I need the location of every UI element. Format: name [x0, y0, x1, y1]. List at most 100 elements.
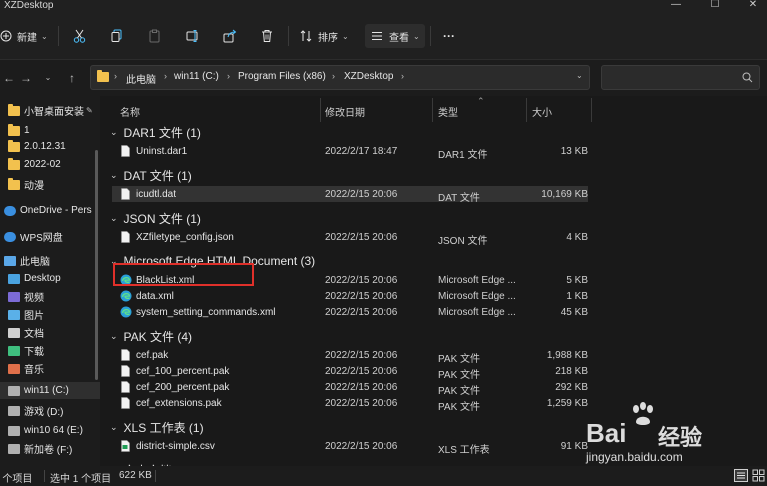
file-row[interactable]: district-simple.csv 2022/2/15 20:06 XLS 工作… [112, 438, 588, 456]
file-row[interactable]: cef.pak 2022/2/15 20:06 PAK 文件 1,988 KB [112, 347, 588, 365]
search-input[interactable] [601, 65, 760, 90]
column-type[interactable]: 类型 [438, 104, 458, 119]
sidebar-item[interactable]: Desktop [0, 270, 100, 287]
chevron-down-icon[interactable]: ⌄ [110, 127, 118, 138]
up-arrow-icon[interactable]: ↑ [63, 70, 81, 86]
breadcrumb-xzdesktop[interactable]: XZDesktop [344, 71, 393, 82]
divider [58, 26, 59, 46]
breadcrumb-program-files[interactable]: Program Files (x86) [238, 71, 326, 82]
group-label: XLS 工作表 (1) [123, 420, 204, 435]
group-header[interactable]: ⌄ PAK 文件 (4) [108, 327, 192, 345]
cut-button[interactable] [73, 24, 86, 48]
details-view-icon[interactable] [734, 469, 748, 482]
file-size: 218 KB [555, 366, 588, 377]
file-date: 2022/2/15 20:06 [325, 232, 398, 243]
sidebar-item[interactable]: 1 [0, 122, 100, 139]
paste-button[interactable] [149, 24, 161, 48]
column-divider[interactable] [526, 98, 527, 122]
column-name[interactable]: 名称 [120, 104, 140, 119]
minimize-button[interactable]: — [664, 0, 688, 14]
divider [288, 26, 289, 46]
back-arrow-icon[interactable]: ← [0, 70, 18, 86]
column-divider[interactable] [432, 98, 433, 122]
column-divider[interactable] [591, 98, 592, 122]
file-row[interactable]: cef_extensions.pak 2022/2/15 20:06 PAK 文件 1… [112, 395, 588, 413]
sidebar-item[interactable]: 音乐 [0, 360, 100, 377]
sidebar-item[interactable]: 下载 [0, 342, 100, 359]
chevron-down-icon[interactable]: ⌄ [110, 213, 118, 224]
tiles-view-icon[interactable] [752, 469, 765, 482]
breadcrumb-this-pc[interactable]: 此电脑 [126, 71, 156, 86]
sidebar-item[interactable]: OneDrive - Pers [0, 202, 100, 219]
sidebar-item-label: 此电脑 [20, 257, 50, 268]
group-header[interactable]: ⌄ JSON 文件 (1) [108, 209, 201, 227]
chevron-down-icon[interactable]: ⌄ [110, 422, 118, 433]
column-date[interactable]: 修改日期 [325, 104, 365, 119]
group-header[interactable]: ⌄ DAT 文件 (1) [108, 166, 192, 184]
sidebar-scrollbar[interactable] [95, 150, 98, 380]
sidebar-item[interactable]: 此电脑 [0, 252, 100, 269]
recent-chevron-icon[interactable]: ⌄ [39, 70, 57, 86]
sidebar-item[interactable]: 文档 [0, 324, 100, 341]
copy-button[interactable] [111, 24, 123, 48]
sidebar-item[interactable]: WPS网盘 [0, 228, 100, 245]
file-row[interactable]: icudtl.dat 2022/2/15 20:06 DAT 文件 10,169 KB [112, 186, 588, 204]
sidebar-item[interactable]: 新加卷 (F:) [0, 440, 100, 457]
address-bar[interactable]: › 此电脑 › win11 (C:) › Program Files (x86)… [90, 65, 590, 90]
paw-logo-icon [633, 402, 653, 425]
sidebar-item-label: 1 [24, 125, 30, 136]
sidebar-item[interactable]: 动漫 [0, 176, 100, 193]
file-icon [120, 381, 131, 393]
sidebar-item[interactable]: 小智桌面安装 ✎ [0, 102, 100, 119]
sidebar-item[interactable]: 2022-02 [0, 156, 100, 173]
column-divider[interactable] [320, 98, 321, 122]
file-date: 2022/2/15 20:06 [325, 366, 398, 377]
file-size: 10,169 KB [541, 189, 588, 200]
file-type: JSON 文件 [438, 236, 488, 247]
file-row[interactable]: cef_100_percent.pak 2022/2/15 20:06 PAK 文件… [112, 363, 588, 381]
sort-button[interactable]: 排序 ⌄ [300, 24, 349, 48]
file-date: 2022/2/15 20:06 [325, 398, 398, 409]
column-size[interactable]: 大小 [532, 104, 552, 119]
sidebar-item[interactable]: 视频 [0, 288, 100, 305]
share-button[interactable] [223, 24, 237, 48]
file-date: 2022/2/15 20:06 [325, 291, 398, 302]
divider [430, 26, 431, 46]
group-header[interactable]: ⌄ DAR1 文件 (1) [108, 123, 201, 141]
column-header: 名称 修改日期 类型 ⌃ 大小 [106, 96, 767, 122]
drive-icon [8, 443, 20, 454]
file-row[interactable]: XZfiletype_config.json 2022/2/15 20:06 JSO… [112, 229, 588, 247]
file-row[interactable]: Uninst.dar1 2022/2/17 18:47 DAR1 文件 13 KB [112, 143, 588, 161]
download-icon [8, 345, 20, 356]
file-size: 4 KB [566, 232, 588, 243]
chevron-down-icon[interactable]: ⌄ [110, 331, 118, 342]
close-button[interactable]: ✕ [741, 0, 765, 14]
chevron-down-icon: ⌄ [342, 31, 349, 41]
rename-button[interactable] [186, 24, 200, 48]
group-header[interactable]: ⌄ XLS 工作表 (1) [108, 418, 204, 436]
file-size: 13 KB [560, 146, 588, 157]
sidebar-item[interactable]: win11 (C:) [0, 382, 100, 399]
sidebar-item[interactable]: 图片 [0, 306, 100, 323]
file-size: 1,988 KB [546, 350, 588, 361]
chevron-down-icon: ⌄ [41, 31, 48, 41]
sidebar-item[interactable]: 游戏 (D:) [0, 402, 100, 419]
plus-icon [0, 30, 12, 42]
file-row[interactable]: system_setting_commands.xml 2022/2/15 20:… [112, 304, 588, 320]
sidebar-item[interactable]: 2.0.12.31 [0, 138, 100, 155]
new-button[interactable]: 新建 ⌄ [0, 24, 48, 48]
window-title: XZDesktop [4, 0, 54, 11]
address-history-chevron-icon[interactable]: ⌄ [576, 71, 583, 80]
chevron-down-icon[interactable]: ⌄ [110, 170, 118, 181]
file-row[interactable]: data.xml 2022/2/15 20:06 Microsoft Edge ..… [112, 288, 588, 304]
forward-arrow-icon[interactable]: → [17, 70, 35, 86]
sidebar-item[interactable]: win10 64 (E:) [0, 422, 100, 439]
more-options-button[interactable]: ··· [443, 24, 455, 48]
breadcrumb-separator: › [332, 71, 335, 81]
file-row[interactable]: cef_200_percent.pak 2022/2/15 20:06 PAK 文件… [112, 379, 588, 397]
maximize-button[interactable]: ☐ [703, 0, 727, 14]
view-button[interactable]: 查看 ⌄ [365, 24, 425, 48]
watermark-brand-cn: 经验 [658, 425, 703, 450]
delete-button[interactable] [261, 24, 273, 48]
breadcrumb-drive-c[interactable]: win11 (C:) [174, 71, 219, 82]
